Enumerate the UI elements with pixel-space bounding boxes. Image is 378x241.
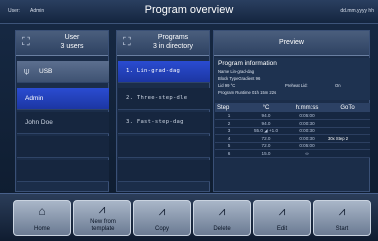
usb-icon: ⍦ <box>24 66 30 76</box>
step-number: 2 <box>215 119 243 128</box>
table-row: 2 94.0 0:00:30 <box>215 119 370 128</box>
user-item-empty <box>17 160 109 182</box>
table-row: 5 72.0 0:05:00 <box>215 142 370 150</box>
step-time: 0:05:00 <box>289 112 325 120</box>
program-item-label: 2. Three-step-dle <box>126 95 188 101</box>
step-goto <box>325 112 370 120</box>
col-temp: °C <box>243 103 289 112</box>
step-number: 1 <box>215 112 243 120</box>
step-time: 0:00:30 <box>289 119 325 128</box>
step-temp: 94.0 <box>243 112 289 120</box>
step-temp: 72.0 <box>243 142 289 150</box>
info-block-type: Block TypeGradient 96 <box>218 76 261 81</box>
programs-count: 3 in directory <box>152 43 194 50</box>
edit-icon: ⩘ <box>278 204 286 218</box>
home-button-label: Home <box>33 225 50 232</box>
start-icon: ⩘ <box>338 204 346 218</box>
step-time: 0:00:30 <box>289 134 325 143</box>
step-number: 6 <box>215 149 243 158</box>
users-header: ⛶ User 3 users <box>16 31 108 56</box>
program-item-3[interactable]: 3. Fast-step-dag <box>118 112 210 134</box>
step-time: ∞ <box>289 149 325 158</box>
info-name: Name Lin-grad-dag <box>218 69 255 74</box>
table-row: 6 15.0 ∞ <box>215 149 370 158</box>
step-temp: 55.0 ◢ +1.0 <box>243 127 289 135</box>
users-title: User <box>64 34 80 41</box>
table-row: 3 55.0 ◢ +1.0 0:00:30 <box>215 127 370 135</box>
new-from-template-button[interactable]: ⩘ New from template <box>73 200 131 236</box>
col-goto: GoTo <box>325 103 370 112</box>
user-item-admin[interactable]: Admin <box>17 88 109 110</box>
info-runtime: Program Runtime 01h 15m 22s <box>218 90 277 95</box>
info-preheat-value: On <box>335 83 341 88</box>
home-icon: ⌂ <box>38 204 46 218</box>
top-bar: User: Admin Program overview dd.mm.yyyy … <box>0 0 378 24</box>
users-count: 3 users <box>60 43 84 50</box>
programs-panel: ⛶ Programs 3 in directory 1. Lin-grad-da… <box>116 30 210 192</box>
start-button-label: Start <box>335 225 349 232</box>
info-lid: Lid 99 °C <box>218 83 236 88</box>
info-title: Program information <box>218 60 277 67</box>
step-goto <box>325 149 370 158</box>
program-overview-screen: User: Admin Program overview dd.mm.yyyy … <box>0 0 378 241</box>
copy-button-label: Copy <box>154 225 169 232</box>
step-temp: 15.0 <box>243 149 289 158</box>
col-step: Step <box>215 103 243 112</box>
program-item-2[interactable]: 2. Three-step-dle <box>118 88 210 110</box>
start-button[interactable]: ⩘ Start <box>313 200 371 236</box>
step-number: 3 <box>215 127 243 135</box>
step-time: 0:05:00 <box>289 142 325 150</box>
step-goto: 30x Step 2 <box>325 134 370 143</box>
step-goto <box>325 127 370 135</box>
program-item-empty <box>118 160 210 182</box>
edit-button[interactable]: ⩘ Edit <box>253 200 311 236</box>
user-item-label: Admin <box>25 95 44 102</box>
user-item-john-doe[interactable]: John Doe <box>17 112 109 134</box>
page-title: Program overview <box>144 4 234 16</box>
user-item-label: John Doe <box>25 119 53 126</box>
preview-header: Preview <box>214 31 369 56</box>
table-row: 4 72.0 0:00:30 30x Step 2 <box>215 134 370 143</box>
program-information: Program information Name Lin-grad-dag Bl… <box>215 58 370 100</box>
copy-button[interactable]: ⩘ Copy <box>133 200 191 236</box>
programs-title: Programs <box>157 34 189 41</box>
step-goto <box>325 119 370 128</box>
copy-icon: ⩘ <box>158 204 166 218</box>
steps-table: Step °C h:mm:ss GoTo 1 94.0 0:05:00 2 94… <box>215 103 370 158</box>
program-item-label: 1. Lin-grad-dag <box>126 68 181 74</box>
users-icon: ⛶ <box>22 36 30 48</box>
step-temp: 72.0 <box>243 134 289 143</box>
home-button[interactable]: ⌂ Home <box>13 200 71 236</box>
info-preheat-label: Preheat Lid: <box>285 83 308 88</box>
table-row: 1 94.0 0:05:00 <box>215 112 370 120</box>
new-program-icon: ⩘ <box>98 202 106 216</box>
new-from-template-button-label: New from template <box>90 219 116 232</box>
preview-title: Preview <box>279 39 304 46</box>
delete-icon: ⩘ <box>218 204 226 218</box>
user-item-label: USB <box>39 68 53 75</box>
delete-button[interactable]: ⩘ Delete <box>193 200 251 236</box>
user-item-usb[interactable]: ⍦ USB <box>17 61 109 83</box>
program-item-label: 3. Fast-step-dag <box>126 119 184 125</box>
delete-button-label: Delete <box>213 225 231 232</box>
edit-button-label: Edit <box>276 225 288 232</box>
bottom-toolbar: ⌂ Home ⩘ New from template ⩘ Copy ⩘ Dele… <box>0 193 378 241</box>
preview-panel: Preview Program information Name Lin-gra… <box>213 30 370 192</box>
step-goto <box>325 142 370 150</box>
folder-icon: ⛶ <box>123 36 131 48</box>
step-temp: 94.0 <box>243 119 289 128</box>
col-time: h:mm:ss <box>289 103 325 112</box>
program-item-1[interactable]: 1. Lin-grad-dag <box>118 61 210 83</box>
datetime: dd.mm.yyyy hh <box>340 8 374 14</box>
steps-header-row: Step °C h:mm:ss GoTo <box>215 103 370 112</box>
user-item-empty <box>17 136 109 158</box>
users-panel: ⛶ User 3 users ⍦ USB Admin John Doe <box>15 30 109 192</box>
step-number: 5 <box>215 142 243 150</box>
step-number: 4 <box>215 134 243 143</box>
program-item-empty <box>118 136 210 158</box>
step-time: 0:00:30 <box>289 127 325 135</box>
programs-header: ⛶ Programs 3 in directory <box>117 31 209 56</box>
